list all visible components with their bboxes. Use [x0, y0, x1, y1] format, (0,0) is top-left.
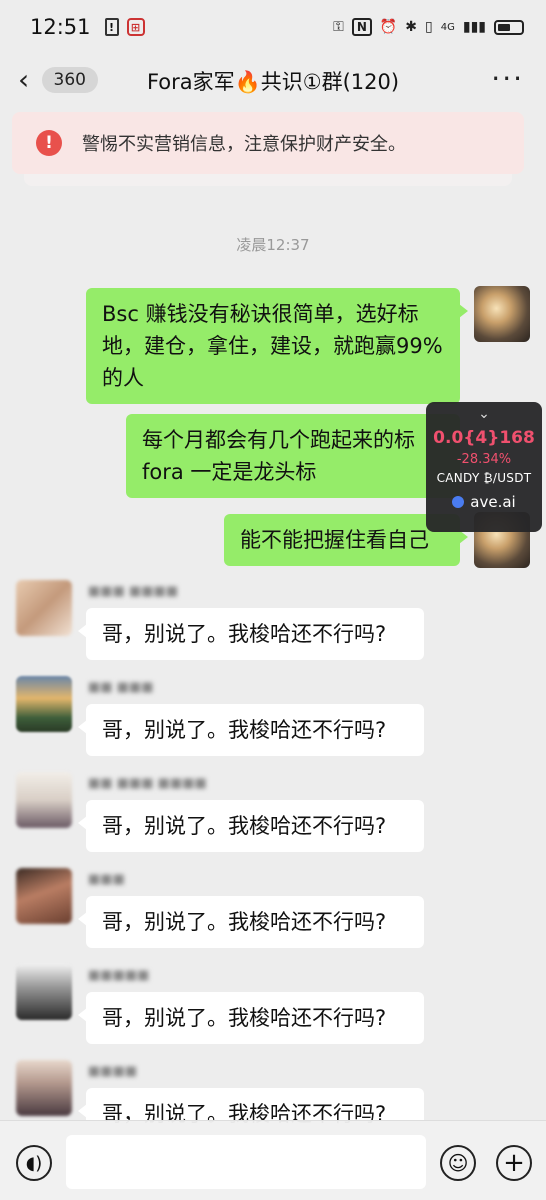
signal-icon: ▮▮▮ [462, 19, 486, 35]
message-bubble-outgoing[interactable]: 能不能把握住看自己 [224, 514, 468, 566]
sender-avatar[interactable] [16, 580, 72, 636]
sender-name: ■■■■■ [88, 968, 150, 983]
battery-icon [494, 19, 524, 35]
sender-avatar[interactable] [16, 1060, 72, 1116]
price-change: -28.34% [456, 452, 512, 467]
sender-avatar[interactable] [16, 676, 72, 732]
more-button[interactable]: ··· [491, 62, 524, 95]
voice-icon[interactable]: ◖) [16, 1145, 52, 1181]
sender-name: ■■■ [88, 872, 125, 887]
warning-icon: ! [36, 130, 62, 156]
sender-name: ■■ ■■■ [88, 680, 154, 695]
my-avatar[interactable] [474, 286, 530, 342]
message-bubble-outgoing[interactable]: 每个月都会有几个跑起来的标fora 一定是龙头标 [126, 414, 468, 498]
sender-name: ■■■ ■■■■ [88, 584, 179, 599]
token-price: 0.0{4}168 [433, 428, 535, 448]
ave-logo-icon [452, 496, 465, 508]
brand-name: ave.ai [470, 493, 516, 511]
message-bubble-incoming[interactable]: 哥，别说了。我梭哈还不行吗? [78, 992, 424, 1044]
sender-name: ■■ ■■■ ■■■■ [88, 776, 207, 791]
sender-avatar[interactable] [16, 964, 72, 1020]
plus-icon[interactable]: + [496, 1145, 532, 1181]
message-input[interactable] [66, 1135, 426, 1189]
chat-title: Fora家军🔥共识①群(120) [146, 70, 400, 94]
trading-pair: CANDY ₿/USDT [436, 471, 532, 485]
alert-icon: ! [104, 18, 119, 36]
time-divider: 凌晨12:37 [236, 236, 310, 254]
bluetooth-icon: ✱ [405, 19, 418, 35]
warning-text: 警惕不实营销信息，注意保护财产安全。 [82, 134, 406, 155]
app-icon: ⊞ [126, 18, 145, 36]
sender-avatar[interactable] [16, 868, 72, 924]
status-time: 12:51 [30, 15, 91, 39]
alarm-icon: ⏰ [379, 19, 398, 35]
emoji-icon[interactable]: ☺ [440, 1145, 476, 1181]
message-bubble-incoming[interactable]: 哥，别说了。我梭哈还不行吗? [78, 704, 424, 756]
message-bubble-outgoing[interactable]: Bsc 赚钱没有秘诀很简单，选好标地，建仓，拿住，建设，就跑赢99% 的人 [86, 288, 468, 404]
status-bar: 12:51 ! ⊞ ⚿ N ⏰ ✱ ▯ 4G ▮▮▮ [0, 0, 546, 54]
sender-avatar[interactable] [16, 772, 72, 828]
nfc-icon: N [351, 18, 372, 36]
network-4g-icon: 4G [440, 21, 455, 33]
message-bubble-incoming[interactable]: 哥，别说了。我梭哈还不行吗? [78, 896, 424, 948]
warning-banner-wrap: ! 警惕不实营销信息，注意保护财产安全。 [12, 112, 524, 186]
key-icon: ⚿ [333, 19, 344, 35]
sender-name: ■■■■ [88, 1064, 138, 1079]
warning-banner[interactable]: ! 警惕不实营销信息，注意保护财产安全。 [12, 112, 524, 174]
message-bubble-incoming[interactable]: 哥，别说了。我梭哈还不行吗? [78, 800, 424, 852]
chevron-down-icon[interactable]: ⌄ [426, 404, 542, 424]
price-ticker-overlay[interactable]: ⌄ 0.0{4}168 -28.34% CANDY ₿/USDT ave.ai [426, 402, 542, 532]
vibrate-icon: ▯ [425, 19, 433, 35]
message-bubble-incoming[interactable]: 哥，别说了。我梭哈还不行吗? [78, 608, 424, 660]
chat-input-bar: ◖) ☺ + [0, 1120, 546, 1200]
chat-header: ‹ 360 Fora家军🔥共识①群(120) ··· [0, 54, 546, 108]
